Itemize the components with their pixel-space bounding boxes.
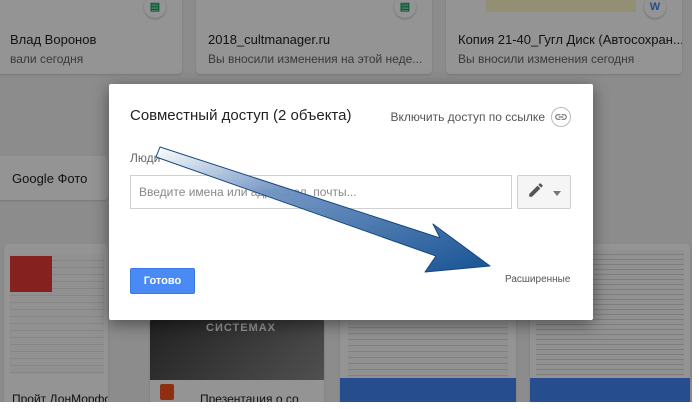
- advanced-settings-link[interactable]: Расширенные: [505, 274, 570, 285]
- link-sharing-label: Включить доступ по ссылке: [390, 110, 546, 124]
- people-label: Люди: [130, 151, 161, 165]
- share-dialog: Совместный доступ (2 объекта) Включить д…: [109, 84, 593, 320]
- people-input[interactable]: [130, 175, 512, 209]
- link-sharing-toggle[interactable]: Включить доступ по ссылке: [390, 107, 571, 127]
- done-button[interactable]: Готово: [130, 268, 195, 294]
- pencil-icon: [527, 181, 545, 204]
- dialog-title: Совместный доступ (2 объекта): [130, 107, 352, 124]
- caret-down-icon: [553, 183, 561, 201]
- link-icon: [551, 107, 571, 127]
- permission-dropdown-button[interactable]: [517, 175, 571, 209]
